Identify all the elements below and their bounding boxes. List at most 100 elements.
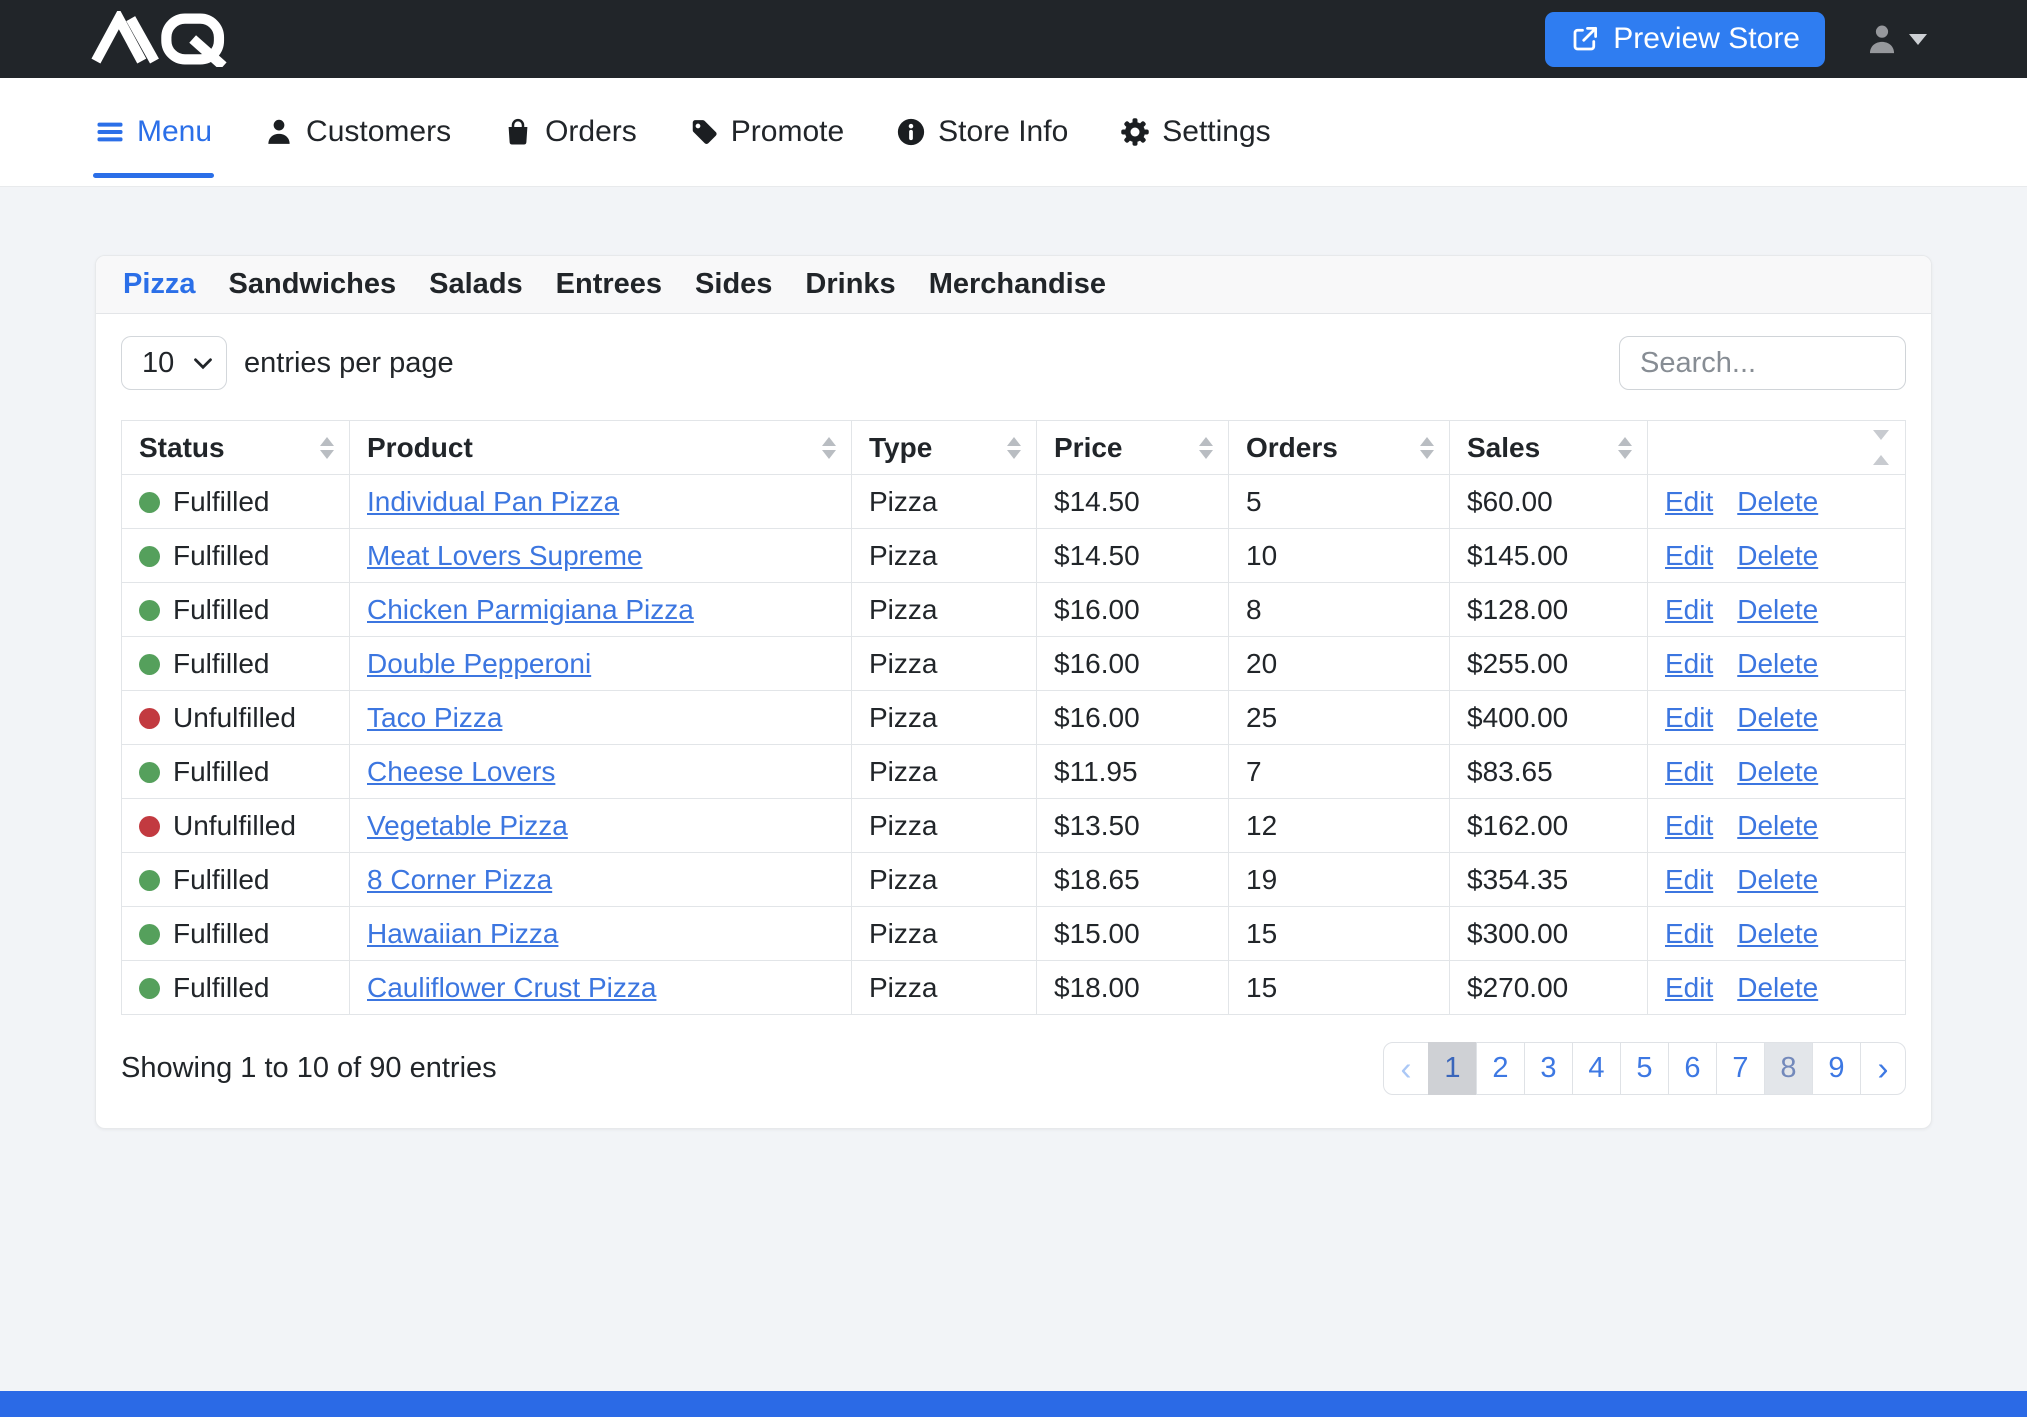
search-input[interactable] xyxy=(1619,336,1906,390)
column-header-orders[interactable]: Orders xyxy=(1229,421,1450,475)
edit-link[interactable]: Edit xyxy=(1665,648,1713,679)
edit-link[interactable]: Edit xyxy=(1665,540,1713,571)
nav-item-menu[interactable]: Menu xyxy=(95,78,212,186)
product-cell: Taco Pizza xyxy=(350,691,852,745)
pagination-next[interactable]: › xyxy=(1860,1042,1906,1095)
tab-sandwiches[interactable]: Sandwiches xyxy=(229,268,397,301)
orders-value: 15 xyxy=(1246,918,1277,949)
edit-link[interactable]: Edit xyxy=(1665,810,1713,841)
tab-entrees[interactable]: Entrees xyxy=(556,268,662,301)
product-link[interactable]: Double Pepperoni xyxy=(367,648,591,679)
pagination-page-5[interactable]: 5 xyxy=(1620,1042,1669,1095)
column-header-product[interactable]: Product xyxy=(350,421,852,475)
column-header-price[interactable]: Price xyxy=(1037,421,1229,475)
product-link[interactable]: Chicken Parmigiana Pizza xyxy=(367,594,694,625)
product-link[interactable]: 8 Corner Pizza xyxy=(367,864,552,895)
edit-link[interactable]: Edit xyxy=(1665,702,1713,733)
sales-cell: $162.00 xyxy=(1450,799,1648,853)
nav-item-settings[interactable]: Settings xyxy=(1120,78,1270,186)
pagination-page-6[interactable]: 6 xyxy=(1668,1042,1717,1095)
price-value: $11.95 xyxy=(1054,756,1138,787)
gear-icon xyxy=(1120,117,1150,147)
product-link[interactable]: Vegetable Pizza xyxy=(367,810,568,841)
product-link[interactable]: Taco Pizza xyxy=(367,702,502,733)
pagination-page-4[interactable]: 4 xyxy=(1572,1042,1621,1095)
delete-link[interactable]: Delete xyxy=(1737,702,1818,733)
sort-icon xyxy=(1199,437,1213,459)
edit-link[interactable]: Edit xyxy=(1665,864,1713,895)
pagination-page-8[interactable]: 8 xyxy=(1764,1042,1813,1095)
sales-value: $145.00 xyxy=(1467,540,1568,571)
table-row: Fulfilled8 Corner PizzaPizza$18.6519$354… xyxy=(122,853,1906,907)
edit-link[interactable]: Edit xyxy=(1665,486,1713,517)
edit-link[interactable]: Edit xyxy=(1665,972,1713,1003)
pagination-page-1[interactable]: 1 xyxy=(1428,1042,1477,1095)
nav-item-label: Menu xyxy=(137,115,212,149)
actions-cell: Edit Delete xyxy=(1648,907,1906,961)
sales-value: $83.65 xyxy=(1467,756,1553,787)
company-logo[interactable] xyxy=(90,11,234,67)
edit-link[interactable]: Edit xyxy=(1665,918,1713,949)
price-value: $16.00 xyxy=(1054,594,1140,625)
status-label: Unfulfilled xyxy=(173,702,296,733)
status-cell: Unfulfilled xyxy=(122,799,350,853)
pagination-page-7[interactable]: 7 xyxy=(1716,1042,1765,1095)
product-link[interactable]: Individual Pan Pizza xyxy=(367,486,619,517)
edit-link[interactable]: Edit xyxy=(1665,594,1713,625)
pagination-prev[interactable]: ‹ xyxy=(1383,1042,1429,1095)
column-header-sales[interactable]: Sales xyxy=(1450,421,1648,475)
delete-link[interactable]: Delete xyxy=(1737,648,1818,679)
product-link[interactable]: Meat Lovers Supreme xyxy=(367,540,642,571)
column-header-actions[interactable] xyxy=(1648,421,1906,475)
sales-value: $255.00 xyxy=(1467,648,1568,679)
nav-item-promote[interactable]: Promote xyxy=(689,78,844,186)
nav-item-orders[interactable]: Orders xyxy=(503,78,637,186)
sort-icon xyxy=(1618,437,1632,459)
product-link[interactable]: Cauliflower Crust Pizza xyxy=(367,972,656,1003)
tab-drinks[interactable]: Drinks xyxy=(805,268,895,301)
product-link[interactable]: Cheese Lovers xyxy=(367,756,555,787)
pagination-page-3[interactable]: 3 xyxy=(1524,1042,1573,1095)
sales-cell: $83.65 xyxy=(1450,745,1648,799)
tab-pizza[interactable]: Pizza xyxy=(123,268,196,301)
delete-link[interactable]: Delete xyxy=(1737,486,1818,517)
type-cell: Pizza xyxy=(852,637,1037,691)
column-header-status[interactable]: Status xyxy=(122,421,350,475)
sales-cell: $145.00 xyxy=(1450,529,1648,583)
column-label: Status xyxy=(139,432,225,463)
nav-item-customers[interactable]: Customers xyxy=(264,78,451,186)
delete-link[interactable]: Delete xyxy=(1737,972,1818,1003)
tab-merchandise[interactable]: Merchandise xyxy=(929,268,1106,301)
actions-cell: Edit Delete xyxy=(1648,475,1906,529)
nav-item-store-info[interactable]: Store Info xyxy=(896,78,1068,186)
category-tabs: Pizza Sandwiches Salads Entrees Sides Drinks M… xyxy=(96,256,1931,314)
delete-link[interactable]: Delete xyxy=(1737,540,1818,571)
product-link[interactable]: Hawaiian Pizza xyxy=(367,918,558,949)
status-cell: Fulfilled xyxy=(122,907,350,961)
tab-sides[interactable]: Sides xyxy=(695,268,772,301)
type-value: Pizza xyxy=(869,540,937,571)
pagination-page-9[interactable]: 9 xyxy=(1812,1042,1861,1095)
delete-link[interactable]: Delete xyxy=(1737,594,1818,625)
product-cell: Meat Lovers Supreme xyxy=(350,529,852,583)
type-value: Pizza xyxy=(869,486,937,517)
orders-value: 8 xyxy=(1246,594,1262,625)
nav-item-label: Orders xyxy=(545,115,637,149)
edit-link[interactable]: Edit xyxy=(1665,756,1713,787)
main-nav: Menu Customers Orders Promote Store Info Sett… xyxy=(0,78,2027,187)
sort-icon xyxy=(320,437,334,459)
pagination-page-2[interactable]: 2 xyxy=(1476,1042,1525,1095)
delete-link[interactable]: Delete xyxy=(1737,810,1818,841)
delete-link[interactable]: Delete xyxy=(1737,864,1818,895)
tab-salads[interactable]: Salads xyxy=(429,268,523,301)
column-header-type[interactable]: Type xyxy=(852,421,1037,475)
delete-link[interactable]: Delete xyxy=(1737,918,1818,949)
user-menu[interactable] xyxy=(1865,22,1927,56)
product-cell: Cauliflower Crust Pizza xyxy=(350,961,852,1015)
entries-per-page-select[interactable]: 10 xyxy=(121,336,227,390)
preview-store-button[interactable]: Preview Store xyxy=(1545,12,1825,67)
products-card: Pizza Sandwiches Salads Entrees Sides Drinks M… xyxy=(95,255,1932,1129)
type-value: Pizza xyxy=(869,972,937,1003)
delete-link[interactable]: Delete xyxy=(1737,756,1818,787)
product-cell: Vegetable Pizza xyxy=(350,799,852,853)
